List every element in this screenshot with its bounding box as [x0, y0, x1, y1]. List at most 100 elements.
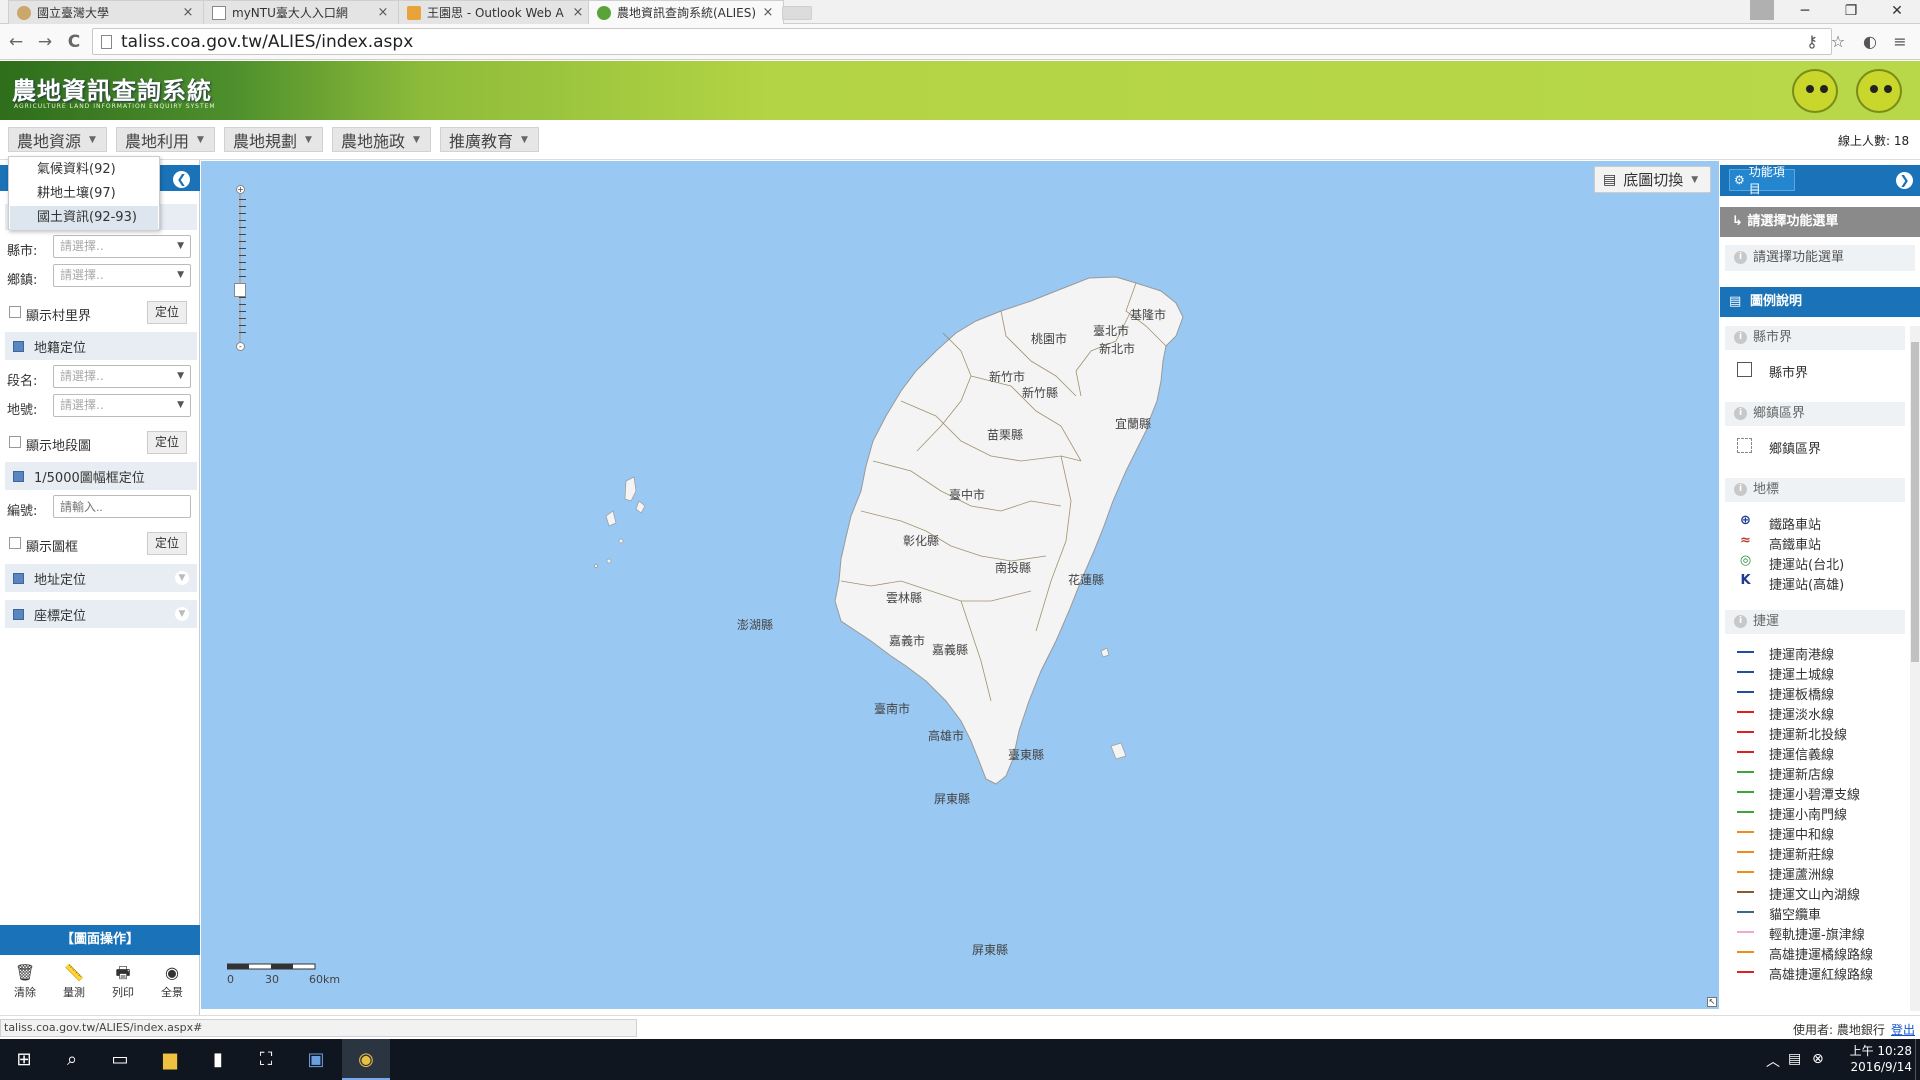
logout-link[interactable]: 登出 — [1891, 1021, 1915, 1038]
legend-scrollbar[interactable] — [1910, 326, 1920, 1011]
zoom-slider-knob[interactable] — [234, 283, 246, 297]
browser-menu-icon[interactable]: ≡ — [1888, 30, 1912, 54]
site-banner: 農地資訊查詢系統 AGRICULTURE LAND INFORMATION EN… — [0, 61, 1920, 120]
zoom-out-icon[interactable]: - — [236, 342, 245, 351]
document-icon[interactable]: ▮ — [194, 1039, 242, 1080]
section-title: 座標定位 — [34, 608, 87, 624]
menu-farmland-policy[interactable]: 農地施政 ▼ — [332, 127, 431, 152]
scrollbar-thumb[interactable] — [1911, 342, 1919, 662]
measure-button[interactable]: 📏 量測 — [52, 962, 96, 1006]
slider-tick — [239, 311, 246, 312]
trash-icon: 🗑 — [14, 963, 36, 982]
browser-tab[interactable]: myNTU臺大人入口網 × — [203, 0, 399, 24]
county-label: 基隆市 — [1130, 308, 1167, 322]
cadastral-locate-header[interactable]: 地籍定位 — [5, 332, 197, 360]
coordinate-locate-header[interactable]: 座標定位 ▼ — [5, 600, 197, 628]
system-clock[interactable]: 上午 10:28 2016/9/14 — [1834, 1043, 1912, 1075]
function-items-button[interactable]: ⚙ 功能項目 — [1729, 165, 1795, 196]
show-desktop-button[interactable] — [1915, 1039, 1920, 1080]
dropdown-item-land-info[interactable]: 國土資訊(92-93) — [10, 206, 158, 230]
full-extent-button[interactable]: ◉ 全景 — [150, 962, 194, 1006]
choose-function-label: 請選擇功能選單 — [1753, 250, 1845, 265]
gear-icon: ⚙ — [1734, 173, 1745, 187]
forward-icon[interactable]: → — [33, 30, 57, 54]
info-icon: i — [1734, 251, 1747, 264]
tray-chevron-icon[interactable]: ︿ — [1766, 1051, 1780, 1071]
legend-section-metro[interactable]: i 捷運 — [1725, 610, 1905, 634]
tray-volume-icon[interactable]: ⊗ — [1812, 1051, 1824, 1067]
online-count: 線上人數: 18 — [1838, 134, 1910, 148]
slider-tick — [239, 318, 246, 319]
search-icon[interactable]: ⌕ — [48, 1039, 96, 1080]
show-frame-checkbox[interactable] — [9, 537, 21, 549]
back-icon[interactable]: ← — [4, 30, 28, 54]
chrome-icon[interactable]: ◉ — [342, 1039, 390, 1080]
address-locate-header[interactable]: 地址定位 ▼ — [5, 564, 197, 592]
minimize-icon[interactable]: ─ — [1782, 0, 1828, 24]
locate-cadastral-button[interactable]: 定位 — [147, 431, 187, 454]
tab-close-icon[interactable]: × — [571, 5, 585, 20]
locate-sheet-button[interactable]: 定位 — [147, 532, 187, 555]
key-icon[interactable]: ⚷ — [1800, 30, 1824, 54]
extension-icon[interactable]: ◐ — [1858, 30, 1882, 54]
menu-extension-education[interactable]: 推廣教育 ▼ — [440, 127, 539, 152]
reload-icon[interactable]: C — [62, 30, 86, 54]
ntu-seal-icon — [17, 5, 31, 20]
dropdown-item-climate[interactable]: 氣候資料(92) — [10, 158, 158, 182]
lot-number-select[interactable]: 請選擇.. ▼ — [53, 394, 191, 417]
zoom-slider[interactable]: + - — [234, 185, 246, 351]
choose-function-item[interactable]: i 請選擇功能選單 — [1725, 245, 1915, 271]
show-village-checkbox[interactable] — [9, 306, 21, 318]
op-label: 列印 — [112, 986, 134, 999]
print-button[interactable]: 🖶 列印 — [101, 962, 145, 1006]
maximize-icon[interactable]: ❐ — [1828, 0, 1874, 24]
menu-farmland-use[interactable]: 農地利用 ▼ — [116, 127, 215, 152]
collapse-panel-icon[interactable]: ❮ — [173, 171, 190, 188]
task-view-icon[interactable]: ▭ — [96, 1039, 144, 1080]
legend-label: 捷運蘆洲線 — [1769, 868, 1835, 883]
legend-section-landmark[interactable]: i 地標 — [1725, 478, 1905, 502]
show-cadastral-checkbox[interactable] — [9, 436, 21, 448]
menu-farmland-planning[interactable]: 農地規劃 ▼ — [224, 127, 323, 152]
browser-tab-active[interactable]: 農地資訊查詢系統(ALIES) × — [588, 0, 784, 24]
tab-close-icon[interactable]: × — [761, 5, 775, 20]
locate-admin-button[interactable]: 定位 — [147, 301, 187, 324]
zoom-in-icon[interactable]: + — [236, 185, 245, 194]
store-icon[interactable]: ⛶ — [242, 1039, 290, 1080]
user-profile-icon[interactable] — [1750, 0, 1774, 20]
line-swatch-icon — [1737, 891, 1754, 893]
choose-function-header[interactable]: ↳ 請選擇功能選單 — [1720, 207, 1920, 237]
slider-tick — [239, 241, 246, 242]
sheet-locate-header[interactable]: 1/5000圖幅框定位 — [5, 462, 197, 490]
dropdown-item-soil[interactable]: 耕地土壤(97) — [10, 182, 158, 206]
taiwan-map[interactable] — [201, 161, 1719, 1009]
remote-desktop-icon[interactable]: ▣ — [292, 1039, 340, 1080]
map-view[interactable]: 基隆市 臺北市 新北市 桃園市 新竹市 新竹縣 宜蘭縣 苗栗縣 臺中市 彰化縣 … — [201, 161, 1719, 1009]
section-name-select[interactable]: 請選擇.. ▼ — [53, 365, 191, 388]
legend-label: 捷運淡水線 — [1769, 708, 1835, 723]
tray-network-icon[interactable]: ▤ — [1788, 1051, 1801, 1067]
browser-tab[interactable]: 國立臺灣大學 × — [8, 0, 204, 24]
town-select[interactable]: 請選擇.. ▼ — [53, 264, 191, 287]
tab-close-icon[interactable]: × — [181, 5, 195, 20]
close-window-icon[interactable]: ✕ — [1874, 0, 1920, 24]
windows-start-icon[interactable]: ⊞ — [0, 1039, 48, 1080]
resize-handle-icon[interactable]: ↖ — [1707, 997, 1717, 1007]
new-tab-button[interactable] — [782, 6, 812, 20]
browser-tab[interactable]: 王園思 - Outlook Web A × — [398, 0, 594, 24]
legend-section-county[interactable]: i 縣市界 — [1725, 326, 1905, 350]
expand-panel-icon[interactable]: ❯ — [1896, 172, 1913, 189]
leaf-icon — [597, 5, 611, 20]
basemap-switch-button[interactable]: ▤ 底圖切換 ▼ — [1594, 166, 1711, 193]
county-label: 宜蘭縣 — [1115, 417, 1152, 431]
sheet-code-input[interactable] — [53, 495, 191, 518]
clear-button[interactable]: 🗑 清除 — [3, 962, 47, 1006]
file-explorer-icon[interactable]: ▆ — [146, 1039, 194, 1080]
legend-section-town[interactable]: i 鄉鎮區界 — [1725, 402, 1905, 426]
clock-date: 2016/9/14 — [1850, 1060, 1912, 1074]
menu-farmland-resources[interactable]: 農地資源 ▼ — [8, 127, 107, 152]
bookmark-star-icon[interactable]: ☆ — [1826, 30, 1850, 54]
county-select[interactable]: 請選擇.. ▼ — [53, 235, 191, 258]
tab-close-icon[interactable]: × — [376, 5, 390, 20]
address-bar[interactable]: taliss.coa.gov.tw/ALIES/index.aspx — [92, 28, 1832, 55]
